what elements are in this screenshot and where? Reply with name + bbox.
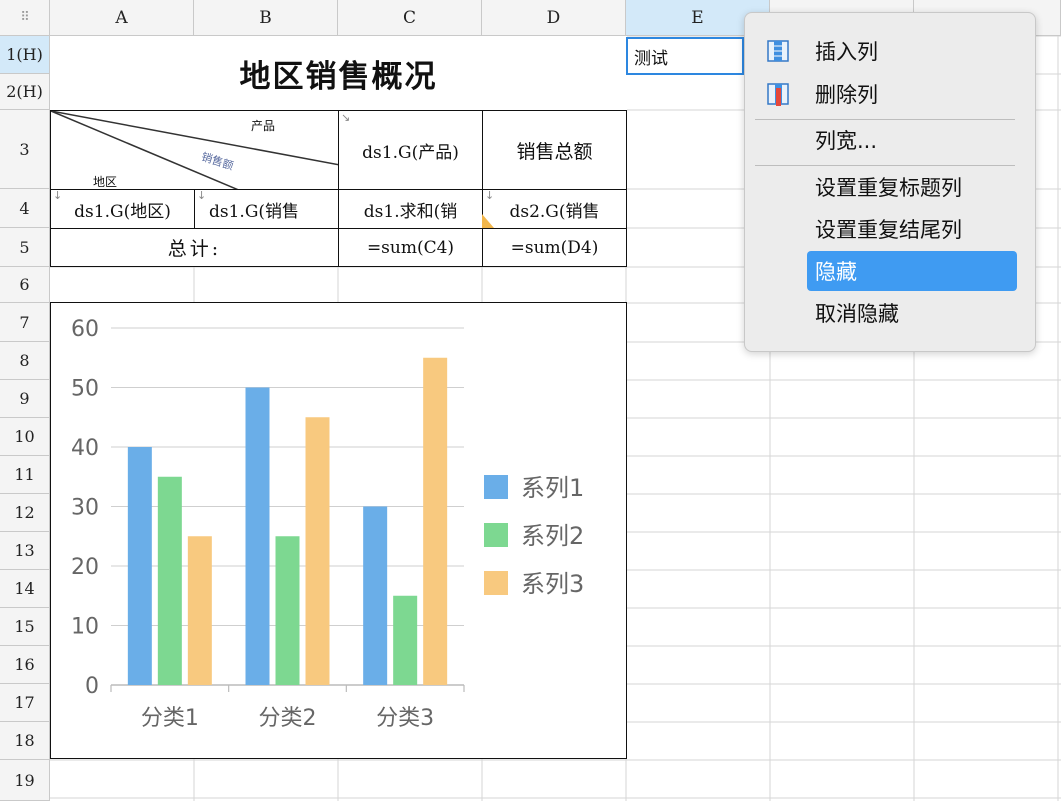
cell-d3[interactable]: 销售总额 bbox=[482, 110, 627, 190]
cell-ab5-total[interactable]: 总计: bbox=[50, 228, 339, 267]
legend-label: 系列1 bbox=[521, 474, 584, 502]
insert-column-icon bbox=[767, 40, 789, 62]
y-tick-label: 50 bbox=[71, 377, 99, 402]
x-category-label: 分类1 bbox=[141, 706, 199, 731]
y-tick-label: 20 bbox=[71, 555, 99, 580]
diag-region-label: 地区 bbox=[93, 175, 118, 189]
menu-item-delete-column[interactable]: 删除列 bbox=[755, 74, 1027, 114]
menu-separator bbox=[755, 165, 1015, 166]
row-header[interactable]: 4 bbox=[0, 189, 50, 228]
cell-a4[interactable]: ds1.G(地区) bbox=[50, 189, 195, 229]
spreadsheet: ⠿ ABCDE 1(H) 2(H) 3 4 5 6 7 8 9 10 11 12 13 14 15 16 17 1… bbox=[0, 0, 1061, 801]
bar-系列1-分类1 bbox=[127, 447, 152, 685]
bar-系列2-分类2 bbox=[275, 536, 300, 685]
bar-系列1-分类2 bbox=[245, 387, 270, 685]
row-header[interactable]: 17 bbox=[0, 684, 50, 722]
menu-item-repeat-title-column[interactable]: 设置重复标题列 bbox=[755, 167, 1027, 207]
legend-label: 系列3 bbox=[521, 570, 584, 598]
legend-swatch bbox=[484, 571, 508, 595]
menu-item-column-width-label: 列宽... bbox=[815, 129, 878, 153]
diagonal-header-cell[interactable]: 产品 销售额 地区 bbox=[50, 110, 339, 190]
select-all-corner[interactable]: ⠿ bbox=[0, 0, 50, 36]
menu-item-repeat-footer-column[interactable]: 设置重复结尾列 bbox=[755, 209, 1027, 249]
bar-系列1-分类3 bbox=[363, 506, 388, 685]
y-tick-label: 0 bbox=[85, 674, 99, 699]
row-header[interactable]: 3 bbox=[0, 110, 50, 189]
grid-icon: ⠿ bbox=[20, 10, 29, 25]
cell-c3[interactable]: ds1.G(产品) bbox=[338, 110, 483, 190]
diag-product-label: 产品 bbox=[251, 119, 276, 133]
row-header[interactable]: 2(H) bbox=[0, 74, 50, 110]
y-tick-label: 40 bbox=[71, 436, 99, 461]
legend-swatch bbox=[484, 475, 508, 499]
cell-c4[interactable]: ds1.求和(销 bbox=[338, 189, 483, 229]
cell-c5[interactable]: =sum(C4) bbox=[338, 228, 483, 267]
legend-label: 系列2 bbox=[521, 522, 584, 550]
row-header[interactable]: 15 bbox=[0, 608, 50, 646]
row-header[interactable]: 12 bbox=[0, 494, 50, 532]
x-category-label: 分类2 bbox=[259, 706, 317, 731]
menu-item-unhide[interactable]: 取消隐藏 bbox=[755, 293, 1027, 333]
y-tick-label: 30 bbox=[71, 496, 99, 521]
menu-item-unhide-label: 取消隐藏 bbox=[815, 302, 899, 326]
row-header[interactable]: 8 bbox=[0, 342, 50, 380]
column-header[interactable]: C bbox=[338, 0, 482, 36]
row-header[interactable]: 16 bbox=[0, 646, 50, 684]
bar-系列3-分类2 bbox=[305, 417, 330, 685]
row-header[interactable]: 19 bbox=[0, 760, 50, 801]
column-header[interactable]: D bbox=[482, 0, 626, 36]
row-header[interactable]: 9 bbox=[0, 380, 50, 418]
row-header[interactable]: 1(H) bbox=[0, 36, 50, 74]
row-header[interactable]: 10 bbox=[0, 418, 50, 456]
menu-item-insert-column[interactable]: 插入列 bbox=[755, 31, 1027, 71]
cell-editor-value: 测试 bbox=[634, 48, 668, 69]
cell-d5[interactable]: =sum(D4) bbox=[482, 228, 627, 267]
menu-item-hide-label: 隐藏 bbox=[815, 260, 857, 284]
y-tick-label: 60 bbox=[71, 317, 99, 342]
expand-marker-b4: ↓ bbox=[197, 189, 207, 202]
delete-column-icon bbox=[767, 83, 789, 106]
legend-swatch bbox=[484, 523, 508, 547]
menu-item-repeat-title-column-label: 设置重复标题列 bbox=[815, 176, 962, 200]
row-header[interactable]: 18 bbox=[0, 722, 50, 760]
chart-svg: 0 10 20 30 40 50 60 分类1 分类2 分类3 系列1 系列2 系列3 bbox=[71, 317, 584, 731]
y-tick-label: 10 bbox=[71, 615, 99, 640]
context-menu: 插入列 删除列 列宽... 设置重复标题列 设置重复结尾列 隐藏 取消隐藏 bbox=[744, 12, 1036, 352]
menu-item-repeat-footer-column-label: 设置重复结尾列 bbox=[815, 218, 962, 242]
expand-marker-d4: ↓ bbox=[485, 189, 495, 202]
bar-系列3-分类3 bbox=[423, 357, 448, 685]
column-header[interactable]: B bbox=[194, 0, 338, 36]
row-header[interactable]: 5 bbox=[0, 228, 50, 267]
menu-item-column-width[interactable]: 列宽... bbox=[755, 120, 1027, 160]
bar-系列2-分类1 bbox=[157, 476, 182, 685]
menu-item-delete-column-label: 删除列 bbox=[815, 83, 878, 107]
bar-chart[interactable]: 0 10 20 30 40 50 60 分类1 分类2 分类3 系列1 系列2 系列3 bbox=[50, 302, 627, 759]
menu-item-hide[interactable]: 隐藏 bbox=[807, 251, 1017, 291]
row-header[interactable]: 6 bbox=[0, 267, 50, 303]
x-category-label: 分类3 bbox=[376, 706, 434, 731]
expand-marker-a4: ↓ bbox=[53, 189, 63, 202]
menu-item-insert-column-label: 插入列 bbox=[815, 40, 878, 64]
column-header[interactable]: A bbox=[50, 0, 194, 36]
row-header[interactable]: 14 bbox=[0, 570, 50, 608]
row-header[interactable]: 13 bbox=[0, 532, 50, 570]
cell-b4[interactable]: ds1.G(销售 bbox=[194, 189, 339, 229]
expand-marker-c3: ↘ bbox=[341, 111, 351, 124]
bar-系列2-分类3 bbox=[393, 595, 418, 685]
cell-d4[interactable]: ds2.G(销售 bbox=[482, 189, 627, 229]
comment-flag-icon bbox=[482, 214, 494, 228]
row-header[interactable]: 11 bbox=[0, 456, 50, 494]
bar-系列3-分类1 bbox=[187, 536, 212, 685]
row-header[interactable]: 7 bbox=[0, 303, 50, 342]
cell-editor-input[interactable]: 测试 bbox=[626, 37, 744, 75]
title-cell[interactable]: 地区销售概况 bbox=[50, 36, 627, 110]
